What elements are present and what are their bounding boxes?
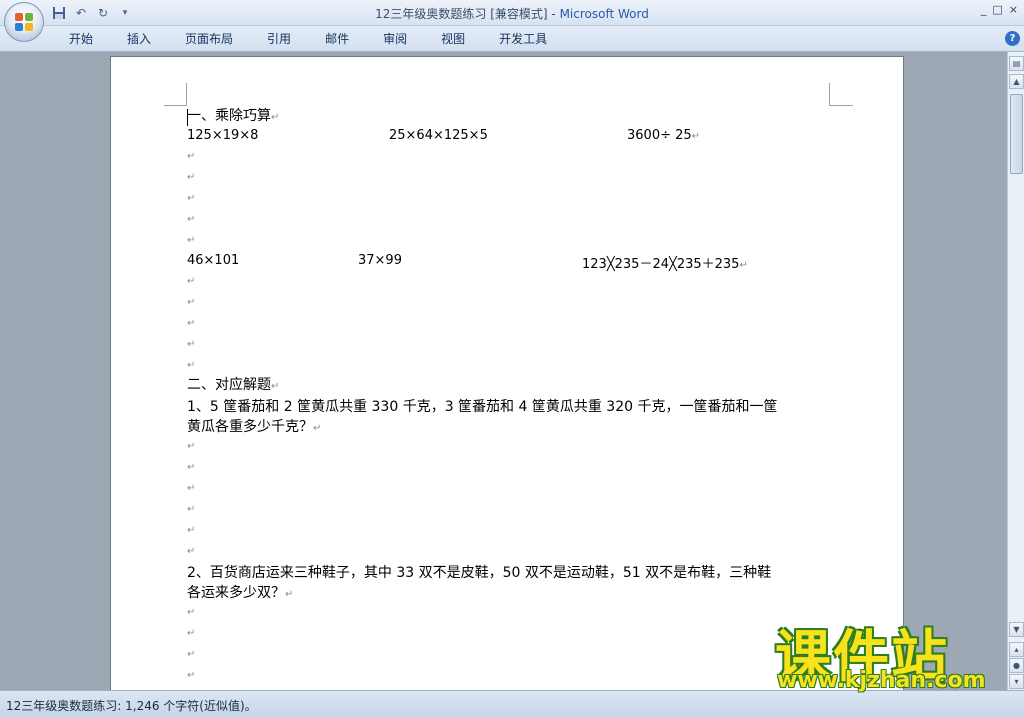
- paragraph-mark: ↵: [187, 670, 196, 681]
- ribbon-tabs: 开始 插入 页面布局 引用 邮件 审阅 视图 开发工具: [52, 30, 564, 48]
- ruler-toggle-icon[interactable]: ▤: [1009, 56, 1024, 71]
- crop-mark: [830, 105, 853, 106]
- tab-page-layout[interactable]: 页面布局: [168, 30, 250, 48]
- section-heading-1: 一、乘除巧算↵: [187, 108, 280, 124]
- paragraph-mark: ↵: [187, 483, 196, 494]
- expression-5: 37×99: [358, 253, 402, 268]
- tab-view[interactable]: 视图: [424, 30, 482, 48]
- question-1-line-2: 黄瓜各重多少千克？↵: [187, 419, 322, 435]
- document-page[interactable]: 一、乘除巧算↵ 125×19×8 25×64×125×5 3600÷ 25↵ ↵…: [110, 56, 904, 690]
- title-bar: ↶ ↻ ▾ 12三年级奥数题练习 [兼容模式] - Microsoft Word…: [0, 0, 1024, 26]
- crop-mark: [164, 105, 187, 106]
- question-1-line-1: 1、5 筐番茄和 2 筐黄瓜共重 330 千克，3 筐番茄和 4 筐黄瓜共重 3…: [187, 399, 778, 415]
- document-area: 一、乘除巧算↵ 125×19×8 25×64×125×5 3600÷ 25↵ ↵…: [0, 52, 1007, 690]
- expression-3: 3600÷ 25↵: [627, 128, 701, 143]
- app-name: Microsoft Word: [559, 7, 649, 21]
- paragraph-mark: ↵: [187, 525, 196, 536]
- paragraph-mark: ↵: [187, 504, 196, 515]
- paragraph-mark: ↵: [187, 172, 196, 183]
- paragraph-mark: ↵: [187, 339, 196, 350]
- ribbon: 开始 插入 页面布局 引用 邮件 审阅 视图 开发工具 ?: [0, 26, 1024, 52]
- scroll-up-icon[interactable]: ▲: [1009, 74, 1024, 89]
- watermark-url: www.kjzhan.com: [777, 668, 986, 693]
- tab-mailings[interactable]: 邮件: [308, 30, 366, 48]
- previous-page-icon[interactable]: ▴: [1009, 642, 1024, 657]
- minimize-button[interactable]: _: [981, 3, 987, 16]
- scroll-thumb[interactable]: [1010, 94, 1023, 174]
- section-heading-2: 二、对应解题↵: [187, 377, 280, 393]
- expression-2: 25×64×125×5: [389, 128, 488, 143]
- window-title: 12三年级奥数题练习 [兼容模式] - Microsoft Word: [0, 5, 1024, 22]
- tab-references[interactable]: 引用: [250, 30, 308, 48]
- help-icon[interactable]: ?: [1005, 31, 1020, 46]
- restore-button[interactable]: □: [992, 3, 1002, 16]
- tab-home[interactable]: 开始: [52, 30, 110, 48]
- expression-6: 123╳235－24╳235＋235↵: [582, 257, 748, 272]
- expression-4: 46×101: [187, 253, 240, 268]
- paragraph-mark: ↵: [187, 649, 196, 660]
- crop-mark: [829, 83, 830, 106]
- word-count-status[interactable]: 12三年级奥数题练习: 1,246 个字符(近似值)。: [6, 697, 257, 714]
- question-2-line-1: 2、百货商店运来三种鞋子，其中 33 双不是皮鞋，50 双不是运动鞋，51 双不…: [187, 565, 772, 581]
- tab-review[interactable]: 审阅: [366, 30, 424, 48]
- office-logo-icon: [15, 13, 33, 31]
- paragraph-mark: ↵: [187, 193, 196, 204]
- paragraph-mark: ↵: [187, 214, 196, 225]
- document-title: 12三年级奥数题练习 [兼容模式] -: [375, 7, 560, 21]
- status-bar: 12三年级奥数题练习: 1,246 个字符(近似值)。: [0, 690, 1024, 718]
- office-button[interactable]: [4, 2, 44, 42]
- expression-1: 125×19×8: [187, 128, 259, 143]
- select-browse-object-icon[interactable]: ●: [1009, 658, 1024, 673]
- close-button[interactable]: ×: [1009, 3, 1018, 16]
- tab-insert[interactable]: 插入: [110, 30, 168, 48]
- paragraph-mark: ↵: [187, 297, 196, 308]
- paragraph-mark: ↵: [187, 462, 196, 473]
- paragraph-mark: ↵: [187, 628, 196, 639]
- paragraph-mark: ↵: [187, 607, 196, 618]
- paragraph-mark: ↵: [187, 318, 196, 329]
- paragraph-mark: ↵: [187, 546, 196, 557]
- scroll-down-icon[interactable]: ▼: [1009, 622, 1024, 637]
- paragraph-mark: ↵: [187, 151, 196, 162]
- window-controls: _ □ ×: [981, 3, 1018, 16]
- next-page-icon[interactable]: ▾: [1009, 674, 1024, 689]
- paragraph-mark: ↵: [187, 276, 196, 287]
- paragraph-mark: ↵: [187, 441, 196, 452]
- paragraph-mark: ↵: [187, 235, 196, 246]
- paragraph-mark: ↵: [187, 360, 196, 371]
- crop-mark: [186, 83, 187, 106]
- tab-developer[interactable]: 开发工具: [482, 30, 564, 48]
- vertical-scrollbar[interactable]: ▤ ▲ ▼ ▴ ● ▾: [1007, 52, 1024, 690]
- question-2-line-2: 各运来多少双？↵: [187, 585, 294, 601]
